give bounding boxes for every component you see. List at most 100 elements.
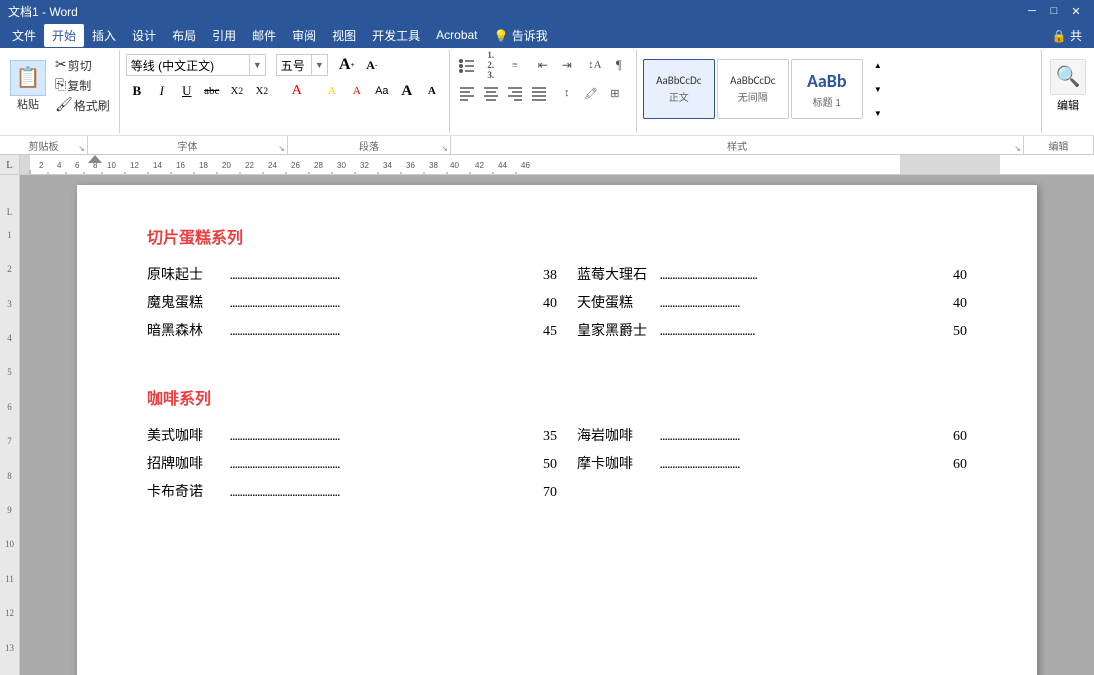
align-center-icon <box>482 84 500 102</box>
ruler-corner-icon[interactable]: L <box>0 155 19 174</box>
maximize-button[interactable]: □ <box>1044 3 1064 19</box>
section1-title: 切片蛋糕系列 <box>147 225 967 254</box>
coffee-item-6-col <box>557 479 967 507</box>
justify-button[interactable] <box>528 82 550 104</box>
coffee-item-5-col: 摩卡咖啡 ................................ 60 <box>557 451 967 479</box>
menu-home[interactable]: 开始 <box>44 24 84 47</box>
para-expand-icon[interactable]: ↘ <box>441 144 448 153</box>
font-name-arrow: ▼ <box>249 55 265 75</box>
style-normal[interactable]: AaBbCcDc 正文 <box>643 59 715 119</box>
title-text: 文档1 - Word <box>8 3 78 20</box>
document-area[interactable]: 切片蛋糕系列 原味起士 ............................… <box>20 175 1094 675</box>
para-label: 段落 ↘ <box>288 136 451 154</box>
styles-more[interactable]: ▼ <box>867 102 889 124</box>
bold-button[interactable]: B <box>126 80 148 102</box>
line-spacing-button[interactable]: ↕ <box>556 82 578 104</box>
style-nospace-label: 无间隔 <box>738 89 768 104</box>
svg-text:14: 14 <box>153 161 162 170</box>
paste-button[interactable]: 📋 粘贴 <box>6 54 50 117</box>
cake-item-6-dots: ...................................... <box>657 318 937 346</box>
minimize-button[interactable]: ─ <box>1022 3 1042 19</box>
ruler-ticks: 2 4 6 8 10 12 14 16 18 20 22 24 26 <box>20 155 1094 174</box>
shading-button[interactable]: 🖍 <box>580 82 602 104</box>
menu-file[interactable]: 文件 <box>4 24 44 47</box>
menu-design[interactable]: 设计 <box>124 24 164 47</box>
cut-button[interactable]: ✂ 剪切 <box>52 56 113 75</box>
ruler-content: 2 4 6 8 10 12 14 16 18 20 22 24 26 <box>20 155 1094 174</box>
font-size-increase-button[interactable]: A <box>396 80 418 102</box>
copy-button[interactable]: ⎘ 复制 <box>52 76 113 95</box>
multilevel-list-button[interactable]: ≡ <box>504 54 526 76</box>
font-expand-icon[interactable]: ↘ <box>278 144 285 153</box>
align-center-button[interactable] <box>480 82 502 104</box>
svg-text:20: 20 <box>222 161 231 170</box>
style-heading1[interactable]: AaBb 标题 1 <box>791 59 863 119</box>
styles-scroll-down[interactable]: ▼ <box>867 78 889 100</box>
bullet-list-button[interactable] <box>456 54 478 76</box>
styles-expand-icon[interactable]: ↘ <box>1014 144 1021 153</box>
menu-share[interactable]: 🔒 共 <box>1044 24 1090 47</box>
underline-button[interactable]: U <box>176 80 198 102</box>
svg-text:6: 6 <box>75 161 80 170</box>
clear-format-button[interactable]: A <box>286 80 308 102</box>
coffee-item-5-price: 60 <box>937 451 967 479</box>
font-size-selector[interactable]: 五号 ▼ <box>276 54 328 76</box>
sort-button[interactable]: ↕A <box>584 54 606 76</box>
strikethrough-button[interactable]: abc <box>201 80 223 102</box>
text-highlight-button[interactable]: A <box>321 80 343 102</box>
font-shrink-button[interactable]: A- <box>361 54 383 76</box>
menu-references[interactable]: 引用 <box>204 24 244 47</box>
menu-acrobat[interactable]: Acrobat <box>428 25 485 45</box>
menu-layout[interactable]: 布局 <box>164 24 204 47</box>
coffee-item-2-dots: ........................................… <box>227 451 527 479</box>
format-paint-button[interactable]: 🖌 格式刷 <box>52 96 113 115</box>
align-left-button[interactable] <box>456 82 478 104</box>
styles-scroll-up[interactable]: ▲ <box>867 54 889 76</box>
ruler-num-2: 2 <box>0 262 19 296</box>
show-marks-button[interactable]: ¶ <box>608 54 630 76</box>
ruler-num-13: 13 <box>0 641 19 675</box>
menu-developer[interactable]: 开发工具 <box>364 24 428 47</box>
superscript-button[interactable]: X2 <box>251 80 273 102</box>
border-button[interactable]: ⊞ <box>604 82 626 104</box>
menu-insert[interactable]: 插入 <box>84 24 124 47</box>
numbered-list-button[interactable]: 1.2.3. <box>480 54 502 76</box>
close-button[interactable]: ✕ <box>1066 3 1086 19</box>
clipboard-expand-icon[interactable]: ↘ <box>78 144 85 153</box>
menu-bar: 文件 开始 插入 设计 布局 引用 邮件 审阅 视图 开发工具 Acrobat … <box>0 22 1094 48</box>
style-no-space[interactable]: AaBbCcDc 无间隔 <box>717 59 789 119</box>
italic-button[interactable]: I <box>151 80 173 102</box>
font-color-button[interactable]: A <box>346 80 368 102</box>
search-button[interactable]: 🔍 编辑 <box>1050 59 1086 113</box>
decrease-indent-button[interactable]: ⇤ <box>532 54 554 76</box>
cake-item-6-price: 50 <box>937 318 967 346</box>
paragraph-group: 1.2.3. ≡ ⇤ ⇥ ↕A ¶ <box>450 50 637 133</box>
cake-item-2-price: 40 <box>527 290 557 318</box>
increase-indent-button[interactable]: ⇥ <box>556 54 578 76</box>
cake-item-1-name: 原味起士 <box>147 262 227 290</box>
coffee-item-2-price: 50 <box>527 451 557 479</box>
menu-mail[interactable]: 邮件 <box>244 24 284 47</box>
svg-text:32: 32 <box>360 161 369 170</box>
font-name-selector[interactable]: 等线 (中文正文) ▼ <box>126 54 266 76</box>
cake-item-3-name: 暗黑森林 <box>147 318 227 346</box>
svg-text:2: 2 <box>39 161 44 170</box>
paste-label: 粘贴 <box>17 96 39 112</box>
align-right-button[interactable] <box>504 82 526 104</box>
svg-text:42: 42 <box>475 161 484 170</box>
coffee-item-4-dots: ................................ <box>657 423 937 451</box>
coffee-item-2-name: 招牌咖啡 <box>147 451 227 479</box>
subscript-button[interactable]: X2 <box>226 80 248 102</box>
font-grow-button[interactable]: A+ <box>336 54 358 76</box>
change-case-button[interactable]: Aa <box>371 80 393 102</box>
menu-view[interactable]: 视图 <box>324 24 364 47</box>
menu-review[interactable]: 审阅 <box>284 24 324 47</box>
menu-tell-me[interactable]: 💡 告诉我 <box>486 24 556 47</box>
svg-text:4: 4 <box>57 161 62 170</box>
svg-text:28: 28 <box>314 161 323 170</box>
font-grow-icon: A <box>339 56 351 74</box>
cake-item-4-col: 蓝莓大理石 ..................................… <box>557 262 967 290</box>
ruler-num-5: 5 <box>0 365 19 399</box>
bullet-list-icon <box>458 56 476 74</box>
font-size-decrease-button[interactable]: A <box>421 80 443 102</box>
